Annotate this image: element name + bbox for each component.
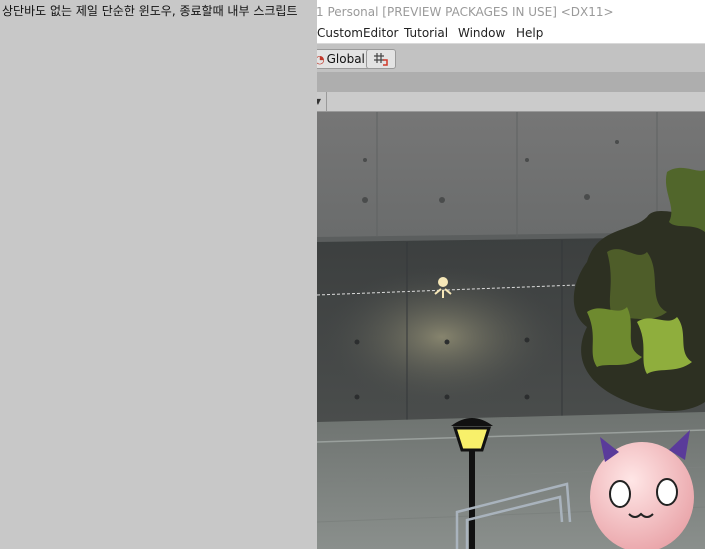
grid-snap-button[interactable]	[366, 49, 396, 69]
unity-window-title: 1 Personal [PREVIEW PACKAGES IN USE] <DX…	[316, 5, 614, 19]
grid-snap-icon	[374, 53, 388, 66]
menu-item-customeditor[interactable]: CustomEditor	[317, 24, 399, 43]
scene-render	[317, 112, 705, 549]
menu-item-tutorial[interactable]: Tutorial	[404, 24, 448, 43]
menu-item-help[interactable]: Help	[516, 24, 543, 43]
global-pivot-button[interactable]: ◔ Global	[312, 49, 372, 69]
mascot-character	[590, 430, 694, 549]
simple-borderless-window[interactable]: 상단바도 없는 제일 단순한 윈도우, 종료할때 내부 스크립트	[0, 0, 317, 549]
scene-view[interactable]	[317, 112, 705, 549]
menu-item-window[interactable]: Window	[458, 24, 505, 43]
global-button-label: Global	[326, 51, 365, 66]
window-title-text: 상단바도 없는 제일 단순한 윈도우, 종료할때 내부 스크립트	[2, 4, 298, 18]
